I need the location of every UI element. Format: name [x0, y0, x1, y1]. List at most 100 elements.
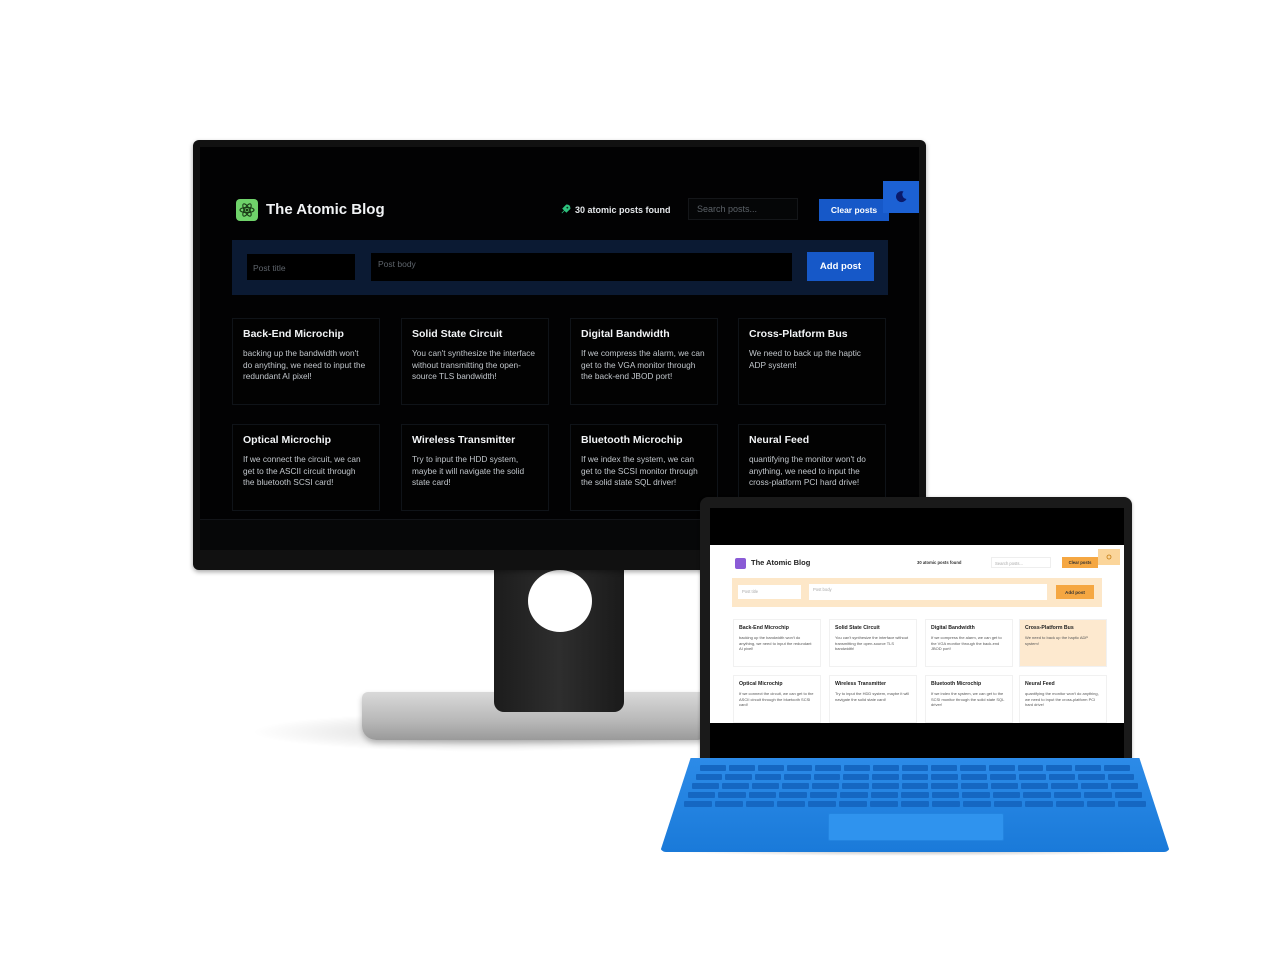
keyboard-key: [902, 765, 928, 771]
post-card: Neural Feed quantifying the monitor won'…: [1019, 675, 1107, 723]
keyboard-key: [901, 783, 929, 789]
keyboard-key: [932, 801, 960, 807]
keyboard-key: [811, 783, 839, 789]
post-title: Solid State Circuit: [412, 328, 503, 340]
post-card: Solid State Circuit You can't synthesize…: [401, 318, 549, 405]
sun-icon: [1106, 554, 1112, 560]
post-body: quantifying the monitor won't do anythin…: [1025, 691, 1099, 708]
keyboard-key: [901, 801, 929, 807]
post-title: Neural Feed: [749, 434, 810, 446]
post-body: quantifying the monitor won't do anythin…: [749, 454, 866, 488]
keyboard-key: [1019, 774, 1046, 780]
post-title: Bluetooth Microchip: [931, 681, 982, 687]
keyboard-key: [746, 801, 774, 807]
keyboard-key: [1114, 792, 1142, 798]
search-input[interactable]: Search posts...: [991, 557, 1051, 568]
post-card: Back-End Microchip backing up the bandwi…: [232, 318, 380, 405]
keyboard-key: [757, 765, 784, 771]
keyboard-key: [871, 783, 899, 789]
keyboard-key: [1053, 792, 1082, 798]
app-title: The Atomic Blog: [751, 558, 811, 567]
post-card: Wireless Transmitter Try to input the HD…: [401, 424, 549, 511]
post-body: We need to back up the haptic ADP system…: [1025, 635, 1089, 646]
keyboard-key: [931, 792, 960, 798]
keyboard-key: [840, 792, 868, 798]
posts-found-label: 30 atomic posts found: [917, 560, 962, 565]
keyboard-key: [809, 792, 838, 798]
post-title: Cross-Platform Bus: [749, 328, 848, 340]
post-title: Back-End Microchip: [243, 328, 344, 340]
post-title: Bluetooth Microchip: [581, 434, 683, 446]
clear-posts-button[interactable]: Clear posts: [819, 199, 889, 221]
keyboard-key: [779, 792, 807, 798]
clear-posts-button[interactable]: Clear posts: [1062, 557, 1098, 568]
post-title: Solid State Circuit: [835, 625, 880, 631]
post-body: If we connect the circuit, we can get to…: [243, 454, 361, 488]
keyboard-key: [1056, 801, 1084, 807]
keyboard-key: [1075, 765, 1102, 771]
keyboard-key: [684, 801, 712, 807]
add-post-button[interactable]: Add post: [807, 252, 874, 281]
keyboard-key: [959, 765, 986, 771]
theme-toggle-button[interactable]: [1098, 549, 1120, 565]
keyboard-key: [990, 774, 1017, 780]
keyboard-key: [1104, 765, 1130, 771]
post-card: Cross-Platform Bus We need to back up th…: [738, 318, 886, 405]
keyboard-key: [931, 783, 959, 789]
keyboard-key: [715, 801, 743, 807]
post-card-hovered: Cross-Platform Bus We need to back up th…: [1019, 619, 1107, 667]
keyboard-key: [1078, 774, 1105, 780]
keyboard-key: [1087, 801, 1115, 807]
keyboard-key: [1084, 792, 1112, 798]
keyboard-key: [1023, 792, 1051, 798]
keyboard-key: [1107, 774, 1134, 780]
keyboard-key: [815, 765, 842, 771]
atom-logo-icon: [735, 558, 746, 569]
post-title: Digital Bandwidth: [581, 328, 670, 340]
post-card: Digital Bandwidth If we compress the ala…: [570, 318, 718, 405]
post-body-input[interactable]: Post body: [809, 584, 1047, 600]
keyboard-key: [751, 783, 779, 789]
post-body: Try to input the HDD system, maybe it wi…: [412, 454, 525, 488]
keyboard-key: [777, 801, 805, 807]
post-body: If we index the system, we can get to th…: [931, 691, 1005, 708]
keyboard-key: [725, 774, 752, 780]
keyboard-key: [963, 801, 991, 807]
keyboard-key: [991, 783, 1019, 789]
keyboard-key: [1081, 783, 1109, 789]
posts-found-status: 30 atomic posts found: [560, 204, 671, 215]
post-title: Wireless Transmitter: [412, 434, 516, 446]
keyboard-key: [808, 801, 836, 807]
keyboard-key: [901, 774, 929, 780]
post-card: Optical Microchip If we connect the circ…: [232, 424, 380, 511]
keyboard-key: [994, 801, 1022, 807]
keyboard-key: [988, 765, 1015, 771]
post-title: Wireless Transmitter: [835, 681, 886, 687]
keyboard-key: [1025, 801, 1053, 807]
post-card: Optical Microchip If we connect the circ…: [733, 675, 821, 723]
keyboard-key: [843, 774, 870, 780]
keyboard-key: [870, 801, 898, 807]
post-body-input[interactable]: Post body: [371, 253, 792, 281]
keyboard-key: [781, 783, 809, 789]
post-title: Digital Bandwidth: [931, 625, 975, 631]
post-card: Digital Bandwidth If we compress the ala…: [925, 619, 1013, 667]
keyboard-key: [813, 774, 840, 780]
keyboard-key: [841, 783, 869, 789]
search-input[interactable]: Search posts...: [688, 198, 798, 220]
post-title: Cross-Platform Bus: [1025, 625, 1074, 631]
keyboard-key: [728, 765, 755, 771]
trackpad[interactable]: [828, 813, 1004, 841]
posts-found-label: 30 atomic posts found: [575, 204, 671, 215]
post-title-input[interactable]: Post title: [247, 254, 355, 280]
theme-toggle-button[interactable]: [883, 181, 919, 213]
post-title-input[interactable]: Post title: [738, 585, 801, 599]
post-body: If we compress the alarm, we can get to …: [931, 635, 1002, 652]
post-card: Solid State Circuit You can't synthesize…: [829, 619, 917, 667]
post-body: You can't synthesize the interface witho…: [412, 348, 536, 382]
post-body: You can't synthesize the interface witho…: [835, 635, 909, 652]
keyboard-key: [1051, 783, 1079, 789]
keyboard-key: [931, 774, 958, 780]
add-post-button[interactable]: Add post: [1056, 585, 1094, 599]
keyboard-key: [721, 783, 749, 789]
